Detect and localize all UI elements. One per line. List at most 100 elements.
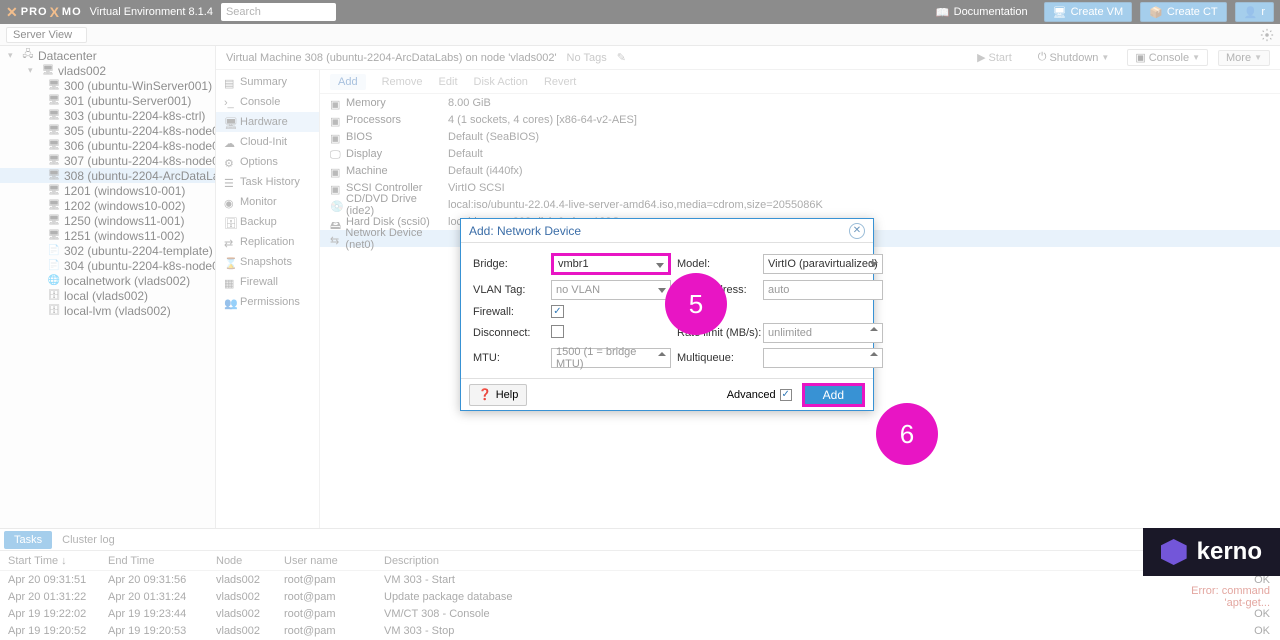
col-user[interactable]: User name — [284, 555, 384, 567]
revert-button[interactable]: Revert — [544, 76, 576, 88]
multiqueue-field[interactable] — [763, 348, 883, 368]
remove-button[interactable]: Remove — [382, 76, 423, 88]
disk-action-button[interactable]: Disk Action — [474, 76, 528, 88]
tree-vm[interactable]: 📄304 (ubuntu-2204-k8s-node001) — [0, 258, 215, 273]
col-node[interactable]: Node — [216, 555, 284, 567]
tab-cluster-log[interactable]: Cluster log — [52, 531, 125, 549]
hw-row[interactable]: 💿CD/DVD Drive (ide2)local:iso/ubuntu-22.… — [320, 196, 1280, 213]
brand-logo: ✕ PROXMO — [6, 4, 82, 21]
model-select[interactable]: VirtIO (paravirtualized) — [763, 254, 883, 274]
tree-storage[interactable]: 🗄local-lvm (vlads002) — [0, 303, 215, 318]
hw-row[interactable]: ▣BIOSDefault (SeaBIOS) — [320, 128, 1280, 145]
col-desc[interactable]: Description — [384, 555, 1180, 567]
tab-summary[interactable]: ▤Summary — [216, 72, 319, 92]
task-row[interactable]: Apr 19 19:22:02Apr 19 19:23:44vlads002ro… — [0, 605, 1280, 622]
vlan-field[interactable]: no VLAN — [551, 280, 671, 300]
tab-permissions[interactable]: 👥Permissions — [216, 292, 319, 312]
vlan-label: VLAN Tag: — [473, 284, 545, 296]
no-tags: No Tags — [567, 52, 607, 64]
firewall-checkbox[interactable]: ✓ — [551, 305, 564, 318]
tree-vm[interactable]: 🖥307 (ubuntu-2204-k8s-node004) — [0, 153, 215, 168]
tree-vm[interactable]: 📄302 (ubuntu-2204-template) — [0, 243, 215, 258]
breadcrumb: Virtual Machine 308 (ubuntu-2204-ArcData… — [216, 46, 1280, 70]
rate-field[interactable]: unlimited — [763, 323, 883, 343]
model-label: Model: — [677, 258, 757, 270]
tab-task-history[interactable]: ☰Task History — [216, 172, 319, 192]
col-start[interactable]: Start Time ↓ — [0, 555, 108, 567]
tab-snapshots[interactable]: ⌛Snapshots — [216, 252, 319, 272]
create-vm-button[interactable]: 🖥Create VM — [1044, 2, 1133, 22]
disconnect-label: Disconnect: — [473, 327, 545, 339]
close-icon[interactable]: ✕ — [849, 223, 865, 239]
kerno-badge: kerno — [1143, 528, 1280, 576]
hw-row[interactable]: ▣Processors4 (1 sockets, 4 cores) [x86-6… — [320, 111, 1280, 128]
tree-vm[interactable]: 🖥300 (ubuntu-WinServer001) — [0, 78, 215, 93]
callout-6: 6 — [876, 403, 938, 465]
view-selector[interactable]: Server View — [6, 27, 87, 43]
tree-vm-selected[interactable]: 🖥308 (ubuntu-2204-ArcDataLabs) — [0, 168, 215, 183]
help-button[interactable]: ❓Help — [469, 384, 527, 406]
resource-tree[interactable]: ▾🖧Datacenter ▾🖥vlads002 🖥300 (ubuntu-Win… — [0, 46, 216, 528]
hw-row[interactable]: ▣Memory8.00 GiB — [320, 94, 1280, 111]
brand-post: MO — [62, 6, 82, 18]
tab-cloudinit[interactable]: ☁Cloud-Init — [216, 132, 319, 152]
kerno-cube-icon — [1161, 539, 1187, 565]
task-row[interactable]: Apr 20 09:31:51Apr 20 09:31:56vlads002ro… — [0, 571, 1280, 588]
tree-vm[interactable]: 🖥1202 (windows10-002) — [0, 198, 215, 213]
hw-row[interactable]: 🖵DisplayDefault — [320, 145, 1280, 162]
edit-button[interactable]: Edit — [439, 76, 458, 88]
mtu-field[interactable]: 1500 (1 = bridge MTU) — [551, 348, 671, 368]
mtu-label: MTU: — [473, 352, 545, 364]
add-confirm-button[interactable]: Add — [802, 383, 865, 407]
add-button[interactable]: Add — [330, 74, 366, 90]
shutdown-button[interactable]: ⏻Shutdown▼ — [1030, 49, 1118, 66]
vm-tabs: ▤Summary ›_Console 🖥Hardware ☁Cloud-Init… — [216, 70, 320, 528]
console-button[interactable]: ▣Console▼ — [1127, 49, 1208, 66]
tab-replication[interactable]: ⇄Replication — [216, 232, 319, 252]
task-row[interactable]: Apr 19 19:20:52Apr 19 19:20:53vlads002ro… — [0, 622, 1280, 639]
tree-vm[interactable]: 🖥303 (ubuntu-2204-k8s-ctrl) — [0, 108, 215, 123]
tree-vm[interactable]: 🖥301 (ubuntu-Server001) — [0, 93, 215, 108]
hw-toolbar: Add Remove Edit Disk Action Revert — [320, 70, 1280, 94]
more-button[interactable]: More▼ — [1218, 50, 1270, 66]
bridge-select[interactable]: vmbr1 — [551, 253, 671, 275]
tab-options[interactable]: ⚙Options — [216, 152, 319, 172]
dialog-title: Add: Network Device — [469, 224, 581, 238]
task-row[interactable]: Apr 20 01:31:22Apr 20 01:31:24vlads002ro… — [0, 588, 1280, 605]
advanced-toggle[interactable]: Advanced✓ — [727, 389, 792, 401]
callout-5: 5 — [665, 273, 727, 335]
documentation-link[interactable]: 📖Documentation — [928, 2, 1036, 22]
firewall-label: Firewall: — [473, 306, 545, 318]
tab-monitor[interactable]: ◉Monitor — [216, 192, 319, 212]
hw-row[interactable]: ▣SCSI ControllerVirtIO SCSI — [320, 179, 1280, 196]
edit-tags-icon[interactable]: ✎ — [617, 51, 626, 64]
start-button[interactable]: ▶Start — [969, 49, 1020, 66]
tree-storage[interactable]: 🗄local (vlads002) — [0, 288, 215, 303]
create-ct-button[interactable]: 📦Create CT — [1140, 2, 1226, 22]
tasks-header: Start Time ↓ End Time Node User name Des… — [0, 551, 1280, 571]
hw-row[interactable]: ▣MachineDefault (i440fx) — [320, 162, 1280, 179]
tab-tasks[interactable]: Tasks — [4, 531, 52, 549]
user-menu[interactable]: 👤r — [1235, 2, 1274, 22]
tree-vm[interactable]: 🖥1201 (windows10-001) — [0, 183, 215, 198]
tree-vm[interactable]: 🖥1250 (windows11-001) — [0, 213, 215, 228]
tree-vm[interactable]: 🖥305 (ubuntu-2204-k8s-node002) — [0, 123, 215, 138]
brand-x: X — [50, 4, 60, 20]
tree-storage[interactable]: 🌐localnetwork (vlads002) — [0, 273, 215, 288]
page-title: Virtual Machine 308 (ubuntu-2204-ArcData… — [226, 52, 557, 64]
tree-vm[interactable]: 🖥1251 (windows11-002) — [0, 228, 215, 243]
tab-firewall[interactable]: ▦Firewall — [216, 272, 319, 292]
multiqueue-label: Multiqueue: — [677, 352, 757, 364]
tab-backup[interactable]: 🗄Backup — [216, 212, 319, 232]
global-search[interactable]: Search — [221, 3, 336, 21]
kerno-label: kerno — [1197, 538, 1262, 566]
tab-hardware[interactable]: 🖥Hardware — [216, 112, 319, 132]
tab-console[interactable]: ›_Console — [216, 92, 319, 112]
disconnect-checkbox[interactable] — [551, 325, 564, 338]
tree-node[interactable]: ▾🖥vlads002 — [0, 63, 215, 78]
tree-vm[interactable]: 🖥306 (ubuntu-2204-k8s-node003) — [0, 138, 215, 153]
settings-icon[interactable] — [1260, 28, 1274, 42]
tree-datacenter[interactable]: ▾🖧Datacenter — [0, 48, 215, 63]
col-end[interactable]: End Time — [108, 555, 216, 567]
mac-field[interactable]: auto — [763, 280, 883, 300]
